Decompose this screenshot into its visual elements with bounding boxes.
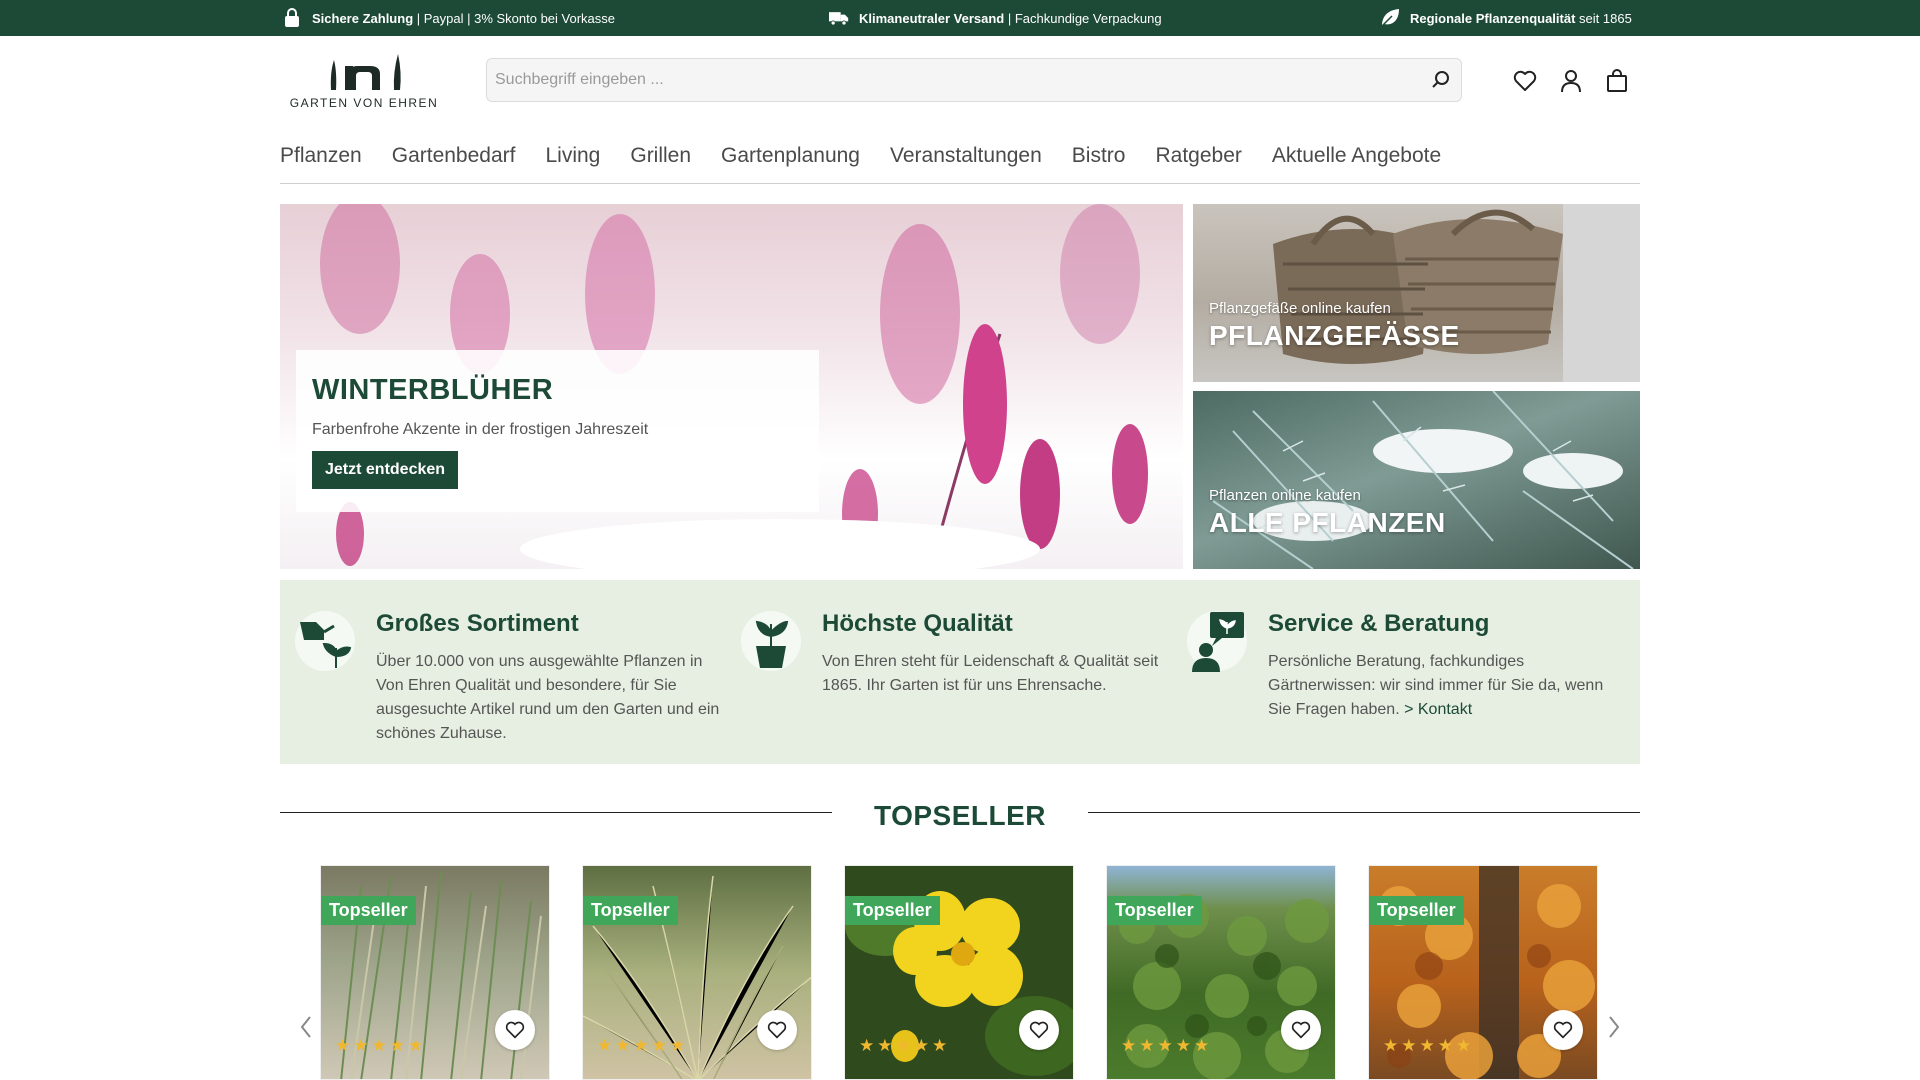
shipping-info: Klimaneutraler Versand | Fachkundige Ver…	[829, 0, 1162, 36]
truck-icon	[829, 8, 849, 28]
hero-cta-button[interactable]: Jetzt entdecken	[312, 451, 459, 489]
product-card[interactable]: Topseller ★★★★★	[1106, 865, 1336, 1080]
logo-text: GARTEN VON EHREN	[289, 96, 439, 110]
secure-payment-bold: Sichere Zahlung	[312, 10, 414, 26]
spruce-image	[1212, 391, 1634, 569]
watering-can-icon	[294, 610, 356, 672]
nav-item-aktuelle-angebote[interactable]: Aktuelle Angebote	[1272, 140, 1441, 183]
feature-text-body: Über 10.000 von uns ausgewählte Pflanzen…	[376, 653, 720, 742]
lock-icon	[282, 8, 302, 28]
tile-alle-pflanzen[interactable]: Pflanzen online kaufen ALLE PFLANZEN	[1193, 391, 1640, 569]
search-icon[interactable]	[1421, 58, 1461, 102]
leaf-icon	[1380, 8, 1400, 28]
wishlist-heart-icon[interactable]	[1019, 1010, 1059, 1050]
features-section: Großes Sortiment Über 10.000 von uns aus…	[280, 580, 1640, 764]
rating-stars: ★★★★★	[859, 1036, 951, 1055]
feature-text: Persönliche Beratung, fachkundiges Gärtn…	[1268, 650, 1624, 722]
divider-left	[280, 812, 832, 813]
rating-stars: ★★★★★	[1121, 1036, 1213, 1055]
topseller-badge: Topseller	[321, 896, 416, 925]
secure-payment-text: | Paypal | 3% Skonto bei Vorkasse	[413, 10, 616, 26]
bag-icon[interactable]	[1604, 68, 1630, 94]
feature-text: Von Ehren steht für Leidenschaft & Quali…	[822, 650, 1178, 698]
hero-text-box: WINTERBLÜHER Farbenfrohe Akzente in der …	[296, 350, 819, 512]
main-navigation: Pflanzen Gartenbedarf Living Grillen Gar…	[280, 140, 1640, 184]
wishlist-heart-icon[interactable]	[757, 1010, 797, 1050]
tile-pflanzgefaesse[interactable]: Pflanzgefäße online kaufen PFLANZGEFÄSSE	[1193, 204, 1640, 382]
contact-link[interactable]: > Kontakt	[1404, 701, 1472, 718]
feature-title: Höchste Qualität	[822, 610, 1013, 637]
advisor-icon	[1186, 610, 1248, 672]
wishlist-heart-icon[interactable]	[1281, 1010, 1321, 1050]
tile-subtitle: Pflanzgefäße online kaufen	[1209, 300, 1391, 317]
nav-item-bistro[interactable]: Bistro	[1072, 140, 1126, 183]
rating-stars: ★★★★★	[597, 1036, 689, 1055]
tile-title: PFLANZGEFÄSSE	[1209, 320, 1460, 351]
shipping-bold: Klimaneutraler Versand	[859, 10, 1005, 26]
rating-stars: ★★★★★	[335, 1036, 427, 1055]
tile-title: ALLE PFLANZEN	[1209, 507, 1446, 538]
feature-title: Großes Sortiment	[376, 610, 579, 637]
product-card[interactable]: Topseller ★★★★★	[1368, 865, 1598, 1080]
quality-bold: Regionale Pflanzenqualität	[1410, 10, 1576, 26]
top-info-bar: Sichere Zahlung | Paypal | 3% Skonto bei…	[0, 0, 1920, 36]
logo[interactable]: GARTEN VON EHREN	[280, 52, 448, 110]
feature-text: Über 10.000 von uns ausgewählte Pflanzen…	[376, 650, 732, 746]
product-card[interactable]: Topseller ★★★★★	[320, 865, 550, 1080]
topseller-badge: Topseller	[583, 896, 678, 925]
feature-text-body: Von Ehren steht für Leidenschaft & Quali…	[822, 653, 1159, 694]
potted-plant-icon	[740, 610, 802, 672]
feature-title: Service & Beratung	[1268, 610, 1490, 637]
product-card[interactable]: Topseller ★★★★★	[582, 865, 812, 1080]
heart-icon[interactable]	[1512, 68, 1538, 94]
nav-item-grillen[interactable]: Grillen	[630, 140, 691, 183]
carousel-next-arrow[interactable]	[1604, 1012, 1624, 1042]
nav-item-veranstaltungen[interactable]: Veranstaltungen	[890, 140, 1042, 183]
user-icon[interactable]	[1558, 68, 1584, 94]
tile-subtitle: Pflanzen online kaufen	[1209, 487, 1361, 504]
logo-mark	[330, 54, 401, 90]
wishlist-heart-icon[interactable]	[1543, 1010, 1583, 1050]
search-bar	[486, 58, 1462, 102]
nav-item-gartenbedarf[interactable]: Gartenbedarf	[392, 140, 516, 183]
nav-item-pflanzen[interactable]: Pflanzen	[280, 140, 362, 183]
topseller-badge: Topseller	[1107, 896, 1202, 925]
nav-item-gartenplanung[interactable]: Gartenplanung	[721, 140, 860, 183]
topseller-badge: Topseller	[1369, 896, 1464, 925]
divider-right	[1088, 812, 1640, 813]
topseller-title: TOPSELLER	[873, 800, 1046, 831]
basket-image	[1273, 204, 1640, 382]
carousel-prev-arrow[interactable]	[296, 1012, 316, 1042]
shipping-text: | Fachkundige Verpackung	[1004, 10, 1162, 26]
quality-text: seit 1865	[1575, 10, 1632, 26]
rating-stars: ★★★★★	[1383, 1036, 1475, 1055]
hero-subtitle: Farbenfrohe Akzente in der frostigen Jah…	[312, 421, 649, 438]
topseller-badge: Topseller	[845, 896, 940, 925]
hero-title: WINTERBLÜHER	[312, 374, 554, 406]
wishlist-heart-icon[interactable]	[495, 1010, 535, 1050]
search-input[interactable]	[487, 59, 1421, 101]
quality-info: Regionale Pflanzenqualität seit 1865	[1380, 0, 1632, 36]
nav-item-living[interactable]: Living	[545, 140, 600, 183]
hero-banner[interactable]: WINTERBLÜHER Farbenfrohe Akzente in der …	[280, 204, 1183, 569]
secure-payment-info: Sichere Zahlung | Paypal | 3% Skonto bei…	[282, 0, 615, 36]
product-card[interactable]: Topseller ★★★★★	[844, 865, 1074, 1080]
nav-item-ratgeber[interactable]: Ratgeber	[1155, 140, 1241, 183]
